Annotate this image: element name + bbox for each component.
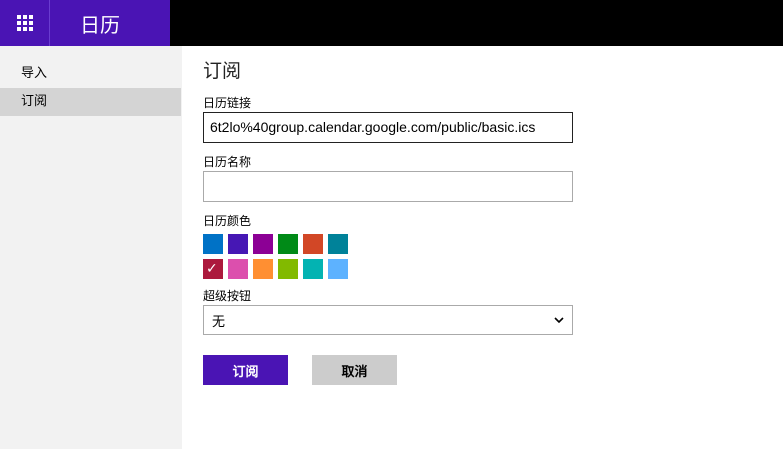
charm-button-select[interactable]: 无 <box>203 305 573 335</box>
color-swatch[interactable] <box>303 234 323 254</box>
calendar-color-label: 日历颜色 <box>203 214 252 228</box>
checkmark-icon: ✓ <box>206 260 218 276</box>
page-title: 订阅 <box>203 60 242 82</box>
calendar-link-label: 日历链接 <box>203 96 252 110</box>
color-swatch[interactable] <box>203 234 223 254</box>
calendar-link-input[interactable]: 6t2lo%40group.calendar.google.com/public… <box>203 112 573 143</box>
color-swatch[interactable] <box>303 259 323 279</box>
color-swatch[interactable] <box>328 259 348 279</box>
color-swatch[interactable] <box>228 234 248 254</box>
color-swatch[interactable]: ✓ <box>203 259 223 279</box>
app-title: 日历 <box>80 12 120 37</box>
charm-button-value: 无 <box>212 314 226 330</box>
subscribe-button[interactable]: 订阅 <box>203 355 288 385</box>
calendar-name-label: 日历名称 <box>203 155 252 169</box>
color-swatch[interactable] <box>278 259 298 279</box>
waffle-icon[interactable] <box>0 0 50 46</box>
charm-button-label: 超级按钮 <box>203 289 252 303</box>
app-header: 日历 <box>0 0 170 46</box>
color-swatch[interactable] <box>253 234 273 254</box>
sidebar-item-import[interactable]: 导入 <box>0 60 182 88</box>
color-swatch[interactable] <box>278 234 298 254</box>
sidebar-item-subscribe[interactable]: 订阅 <box>0 88 181 116</box>
subscribe-form: 订阅 日历链接 6t2lo%40group.calendar.google.co… <box>203 56 763 385</box>
chevron-down-icon <box>554 317 564 324</box>
color-swatch[interactable] <box>228 259 248 279</box>
color-swatch[interactable] <box>253 259 273 279</box>
color-swatch[interactable] <box>328 234 348 254</box>
color-swatches: ✓ <box>203 234 763 279</box>
sidebar: 导入 订阅 <box>0 46 182 449</box>
calendar-link-value: 6t2lo%40group.calendar.google.com/public… <box>210 119 536 135</box>
cancel-button[interactable]: 取消 <box>312 355 397 385</box>
calendar-name-input[interactable] <box>203 171 573 202</box>
